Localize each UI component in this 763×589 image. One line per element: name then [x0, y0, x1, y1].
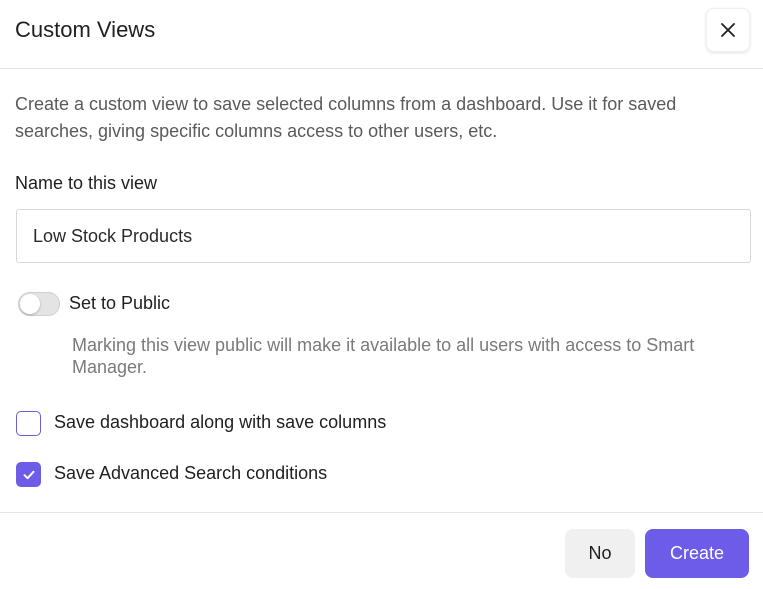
dialog-header: Custom Views — [0, 0, 763, 69]
checkmark-icon — [23, 470, 34, 479]
dialog-description: Create a custom view to save selected co… — [15, 94, 677, 141]
no-button[interactable]: No — [565, 529, 635, 578]
save-advanced-search-checkbox[interactable] — [16, 462, 41, 487]
save-advanced-search-label: Save Advanced Search conditions — [54, 463, 328, 483]
toggle-knob — [20, 294, 40, 314]
public-toggle-help: Marking this view public will make it av… — [72, 335, 695, 377]
save-dashboard-label: Save dashboard along with save columns — [54, 412, 387, 432]
close-button[interactable] — [706, 8, 750, 52]
view-name-label: Name to this view — [15, 173, 158, 193]
close-icon — [721, 23, 735, 37]
view-name-input[interactable] — [16, 209, 751, 263]
public-toggle-label: Set to Public — [69, 293, 171, 313]
save-dashboard-checkbox[interactable] — [16, 411, 41, 436]
create-button[interactable]: Create — [645, 529, 749, 578]
public-toggle[interactable] — [18, 292, 60, 316]
dialog-title: Custom Views — [15, 17, 156, 42]
